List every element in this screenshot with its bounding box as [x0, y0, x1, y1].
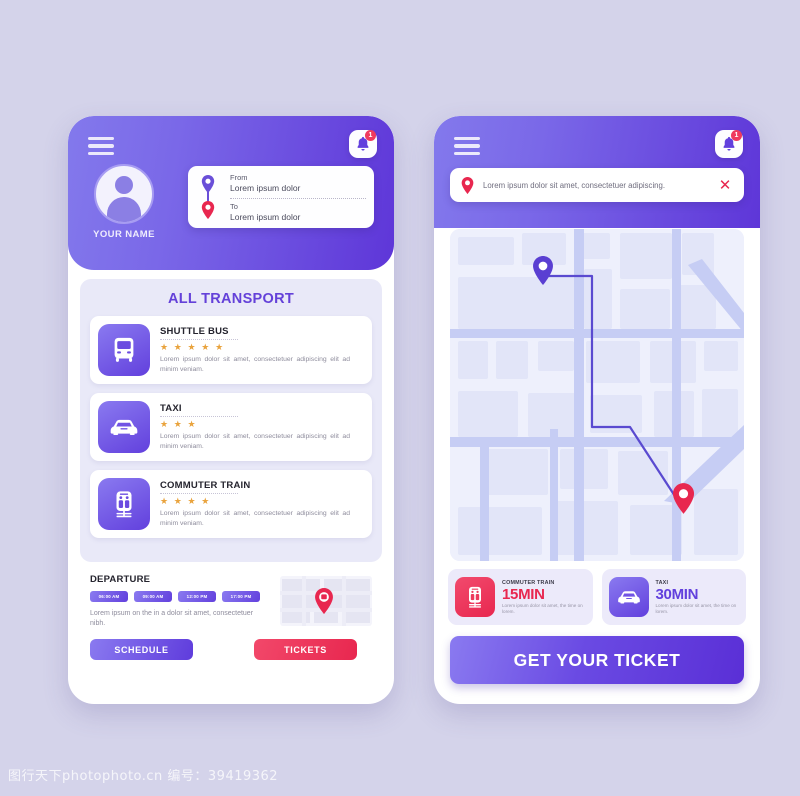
name-underline	[160, 492, 238, 495]
location-pin-icon	[315, 588, 333, 614]
transport-card-taxi[interactable]: TAXI ★ ★ ★ Lorem ipsum dolor sit amet, c…	[90, 393, 372, 461]
car-icon-tile	[98, 401, 150, 453]
estimate-description: Lorem ipsum dolor sit amet, the time on …	[655, 602, 737, 614]
to-value[interactable]: Lorem ipsum dolor	[230, 212, 366, 223]
transport-card-body: TAXI ★ ★ ★ Lorem ipsum dolor sit amet, c…	[160, 403, 358, 452]
estimate-description: Lorem ipsum dolor sit amet, the time on …	[502, 602, 583, 614]
estimate-card-commuter-train[interactable]: COMMUTER TRAIN 15MIN Lorem ipsum dolor s…	[448, 569, 593, 625]
user-avatar-icon	[94, 164, 154, 224]
car-icon-tile	[608, 577, 649, 617]
right-header: 1 Lorem ipsum dolor sit amet, consectetu…	[434, 116, 760, 228]
transport-description: Lorem ipsum dolor sit amet, consectetuer…	[160, 356, 350, 373]
notification-badge: 1	[365, 130, 376, 141]
notification-badge: 1	[731, 130, 742, 141]
name-underline	[160, 415, 238, 418]
notification-button-left[interactable]: 1	[349, 130, 377, 158]
panel-title: ALL TRANSPORT	[167, 291, 295, 307]
origin-pin-icon	[201, 175, 215, 193]
hamburger-menu-icon[interactable]	[88, 137, 114, 156]
to-label: To	[230, 202, 238, 211]
route-map[interactable]	[450, 229, 744, 561]
transport-card-shuttle-bus[interactable]: SHUTTLE BUS ★ ★ ★ ★ ★ Lorem ipsum dolor …	[90, 316, 372, 384]
rating-stars: ★ ★ ★ ★	[160, 496, 211, 507]
avatar-body	[107, 197, 141, 222]
rating-stars: ★ ★ ★	[160, 419, 198, 430]
map-graphic	[450, 229, 744, 561]
estimate-card-body: COMMUTER TRAIN 15MIN Lorem ipsum dolor s…	[502, 580, 593, 615]
tickets-button[interactable]: TICKETS	[254, 639, 357, 660]
train-icon-tile	[455, 577, 495, 617]
menu-line	[88, 151, 114, 156]
hamburger-menu-icon[interactable]	[454, 137, 480, 156]
time-chip[interactable]: 17:00 PM	[222, 591, 260, 602]
avatar-head	[115, 176, 133, 194]
train-icon	[469, 586, 481, 608]
left-header: 1 YOUR NAME From Lorem ipsum dolor To Lo…	[68, 116, 394, 270]
search-bar[interactable]: Lorem ipsum dolor sit amet, consectetuer…	[450, 168, 744, 202]
time-chip[interactable]: 12:00 PM	[178, 591, 216, 602]
rating-stars: ★ ★ ★ ★ ★	[160, 342, 225, 353]
location-pin-icon	[461, 176, 474, 194]
bus-icon	[114, 337, 134, 362]
map-thumbnail[interactable]	[280, 576, 372, 626]
train-icon	[116, 491, 132, 518]
route-pins	[200, 175, 216, 221]
from-label: From	[230, 173, 248, 182]
watermark: 图行天下photophoto.cn 编号：39419362	[8, 769, 279, 784]
transport-name: TAXI	[160, 402, 182, 414]
transport-estimate-cards: COMMUTER TRAIN 15MIN Lorem ipsum dolor s…	[448, 569, 746, 625]
departure-description: Lorem ipsum on the in a dolor sit amet, …	[90, 610, 254, 627]
estimate-time: 30MIN	[655, 585, 699, 603]
estimate-time: 15MIN	[502, 585, 545, 603]
time-chip[interactable]: 09:00 AM	[134, 591, 172, 602]
destination-pin-icon	[201, 201, 215, 219]
get-your-ticket-button[interactable]: GET YOUR TICKET	[450, 636, 744, 684]
car-icon	[617, 591, 640, 604]
name-underline	[160, 338, 238, 341]
route-input-box[interactable]: From Lorem ipsum dolor To Lorem ipsum do…	[188, 166, 374, 228]
menu-line	[454, 137, 480, 141]
transport-name: COMMUTER TRAIN	[160, 479, 251, 491]
search-input[interactable]: Lorem ipsum dolor sit amet, consectetuer…	[483, 181, 712, 190]
origin-pin-icon	[533, 256, 553, 285]
menu-line	[454, 151, 480, 156]
menu-line	[88, 137, 114, 141]
menu-line	[454, 144, 480, 148]
route-fields: From Lorem ipsum dolor To Lorem ipsum do…	[230, 173, 366, 223]
estimate-card-body: TAXI 30MIN Lorem ipsum dolor sit amet, t…	[656, 580, 747, 615]
transport-description: Lorem ipsum dolor sit amet, consectetuer…	[160, 510, 350, 527]
destination-pin-icon	[672, 483, 695, 514]
transport-name: SHUTTLE BUS	[160, 325, 229, 337]
car-icon	[110, 419, 138, 435]
estimate-card-taxi[interactable]: TAXI 30MIN Lorem ipsum dolor sit amet, t…	[601, 569, 747, 625]
menu-line	[88, 144, 114, 148]
route-divider	[230, 197, 366, 199]
bus-icon-tile	[98, 324, 150, 376]
time-chip[interactable]: 06:00 AM	[90, 591, 128, 602]
phone-screen-left: 1 YOUR NAME From Lorem ipsum dolor To Lo…	[68, 116, 394, 704]
notification-button-right[interactable]: 1	[715, 130, 743, 158]
phone-screen-right: 1 Lorem ipsum dolor sit amet, consectetu…	[434, 116, 760, 704]
page-canvas: 1 YOUR NAME From Lorem ipsum dolor To Lo…	[0, 0, 800, 796]
transport-description: Lorem ipsum dolor sit amet, consectetuer…	[160, 433, 350, 450]
transport-card-body: SHUTTLE BUS ★ ★ ★ ★ ★ Lorem ipsum dolor …	[160, 326, 358, 375]
train-icon-tile	[98, 478, 150, 530]
close-icon[interactable]: ✕	[712, 178, 738, 193]
departure-buttons: SCHEDULE TICKETS	[90, 639, 372, 660]
departure-section: DEPARTURE 06:00 AM 09:00 AM 12:00 PM 17:…	[90, 574, 372, 660]
transport-card-commuter-train[interactable]: COMMUTER TRAIN ★ ★ ★ ★ Lorem ipsum dolor…	[90, 470, 372, 538]
all-transport-panel: ALL TRANSPORT SHUTTLE BUS ★ ★ ★ ★ ★ Lore…	[80, 279, 382, 562]
user-name: YOUR NAME	[93, 229, 155, 240]
schedule-button[interactable]: SCHEDULE	[90, 639, 193, 660]
from-value[interactable]: Lorem ipsum dolor	[230, 183, 366, 194]
avatar-block[interactable]: YOUR NAME	[92, 164, 156, 240]
transport-card-body: COMMUTER TRAIN ★ ★ ★ ★ Lorem ipsum dolor…	[160, 480, 358, 529]
